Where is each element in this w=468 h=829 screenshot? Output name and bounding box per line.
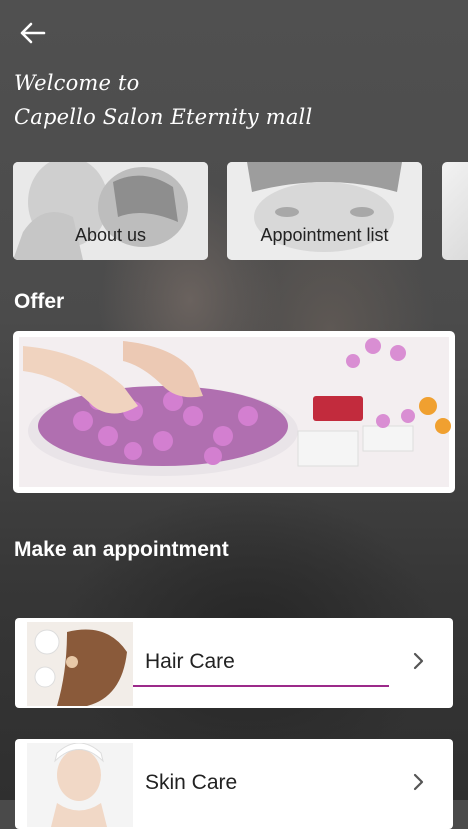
offer-banner[interactable] [13,331,455,493]
appointment-list-label: Appointment list [260,225,389,245]
appointment-list-card[interactable]: Appointment list [227,162,422,260]
next-card-peek[interactable] [442,162,468,260]
service-skin-care[interactable]: Skin Care [15,739,453,829]
chevron-right-icon [413,773,424,791]
offer-heading: Offer [14,290,65,313]
offer-image [19,337,451,487]
hair-care-image [27,622,133,706]
back-button[interactable] [14,16,50,50]
chevron-right-icon [413,652,424,670]
about-us-label: About us [74,225,147,245]
title-line-2: Capello Salon Eternity mall [14,105,313,129]
page-title: Welcome to Capello Salon Eternity mall [14,66,312,134]
skin-care-label: Skin Care [145,771,238,794]
hair-care-underline [133,685,389,687]
make-appointment-heading: Make an appointment [14,538,229,561]
hair-care-label: Hair Care [145,650,235,673]
about-us-card[interactable]: About us [13,162,208,260]
quick-links-carousel[interactable]: About us Appointment list [13,162,468,260]
service-hair-care[interactable]: Hair Care [15,618,453,708]
skin-care-image [27,743,133,827]
arrow-left-icon [20,22,46,44]
title-line-1: Welcome to [14,71,140,95]
